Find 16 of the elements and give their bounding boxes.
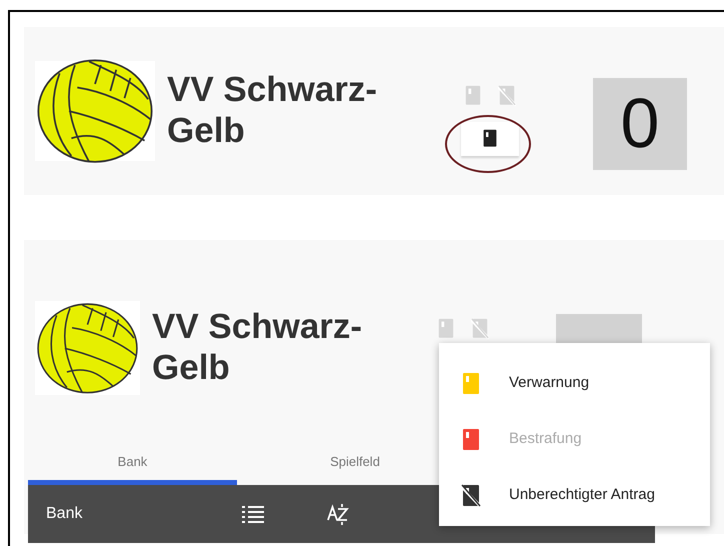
- sort-icon[interactable]: [327, 503, 350, 525]
- team-name: VV Schwarz-Gelb: [167, 70, 378, 152]
- card-icon: [437, 318, 455, 339]
- menu-item[interactable]: Verwarnung: [439, 355, 710, 411]
- toolbar-title: Bank: [46, 504, 82, 524]
- team-name: VV Schwarz-Gelb: [152, 307, 364, 389]
- volleyball-icon: [36, 302, 139, 394]
- score-display: 0: [593, 78, 687, 170]
- card-button[interactable]: [461, 122, 519, 156]
- card-icon: [482, 129, 498, 148]
- void-card-icon: [471, 318, 489, 339]
- void-card-icon: [461, 484, 481, 506]
- void-card-icon: [498, 85, 516, 106]
- list-icon[interactable]: [242, 505, 264, 523]
- card-icon: [464, 85, 482, 106]
- volleyball-icon: [36, 58, 154, 164]
